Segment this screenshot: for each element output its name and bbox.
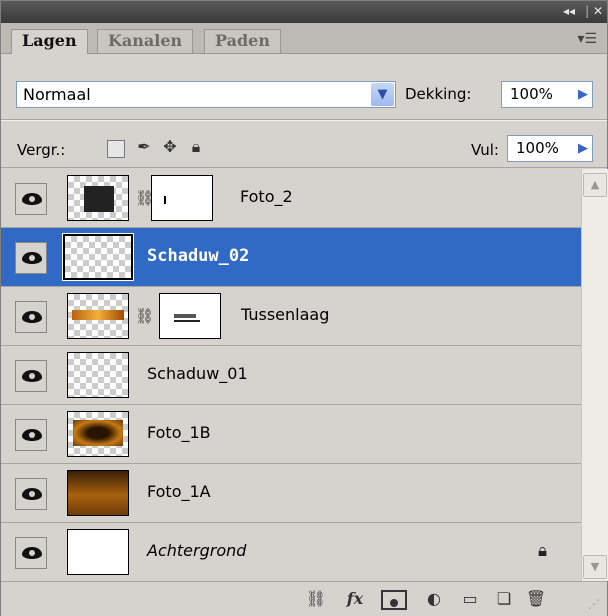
mask-mark — [164, 196, 166, 204]
scroll-down-icon[interactable]: ▼ — [583, 555, 607, 579]
layer-thumbnail — [67, 293, 129, 339]
opacity-field[interactable]: 100% ▶ — [501, 81, 593, 108]
mask-mark — [174, 320, 200, 322]
visibility-toggle[interactable] — [15, 183, 47, 215]
chevron-right-icon[interactable]: ▶ — [578, 82, 588, 107]
eye-icon — [22, 429, 42, 441]
layer-name: Schaduw_02 — [147, 246, 250, 266]
visibility-toggle[interactable] — [15, 419, 47, 451]
layers-scrollbar[interactable]: ▲ ▼ — [581, 169, 608, 581]
close-button[interactable]: ✕ — [593, 4, 603, 18]
layers-panel: ◂◂ | ✕ Lagen Kanalen Paden ▾☰ Normaal ▼ … — [0, 0, 608, 616]
opacity-label: Dekking: — [405, 85, 472, 103]
mask-mark — [174, 314, 196, 318]
eye-icon — [22, 193, 42, 205]
panel-menu-icon[interactable]: ▾☰ — [577, 31, 597, 47]
layer-thumbnail — [67, 470, 129, 516]
layer-name: Schaduw_01 — [147, 364, 248, 383]
panel-titlebar: ◂◂ | ✕ — [1, 1, 607, 23]
scroll-up-icon[interactable]: ▲ — [583, 173, 607, 197]
layer-name: Foto_1B — [147, 423, 211, 442]
layer-thumbnail — [67, 175, 129, 221]
lock-transparency-icon[interactable] — [107, 140, 125, 158]
visibility-toggle[interactable] — [15, 242, 47, 274]
layer-thumbnail — [62, 233, 134, 281]
panel-tabs: Lagen Kanalen Paden ▾☰ — [1, 23, 607, 54]
link-layers-icon[interactable]: ⛓ — [303, 589, 329, 609]
photo-content — [72, 310, 124, 320]
divider: | — [585, 4, 590, 18]
lock-all-icon[interactable]: 🔒︎ — [187, 138, 205, 156]
layer-thumbnail — [67, 352, 129, 398]
collapse-button[interactable]: ◂◂ — [563, 4, 575, 18]
layer-name: Foto_2 — [240, 187, 293, 206]
visibility-toggle[interactable] — [15, 301, 47, 333]
eye-icon — [22, 547, 42, 559]
layers-toolbar: ⛓ fx ◐ ▭ ❏ 🗑︎ ⋰ — [1, 581, 607, 616]
layer-row[interactable]: ⛓ Foto_2 — [1, 169, 581, 228]
eye-icon — [22, 370, 42, 382]
eye-icon — [22, 488, 42, 500]
fill-value: 100% — [516, 139, 559, 157]
resize-grip-icon[interactable]: ⋰ — [585, 594, 603, 614]
lock-icon: 🔒︎ — [537, 541, 547, 561]
layer-row[interactable]: Foto_1B — [1, 405, 581, 464]
tab-lagen[interactable]: Lagen — [11, 29, 88, 54]
layer-row[interactable]: ⛓ Tussenlaag — [1, 287, 581, 346]
tab-paden[interactable]: Paden — [204, 29, 281, 53]
link-chain-icon[interactable]: ⛓ — [135, 189, 154, 207]
blend-mode-select[interactable]: Normaal ▼ — [16, 81, 396, 108]
lock-image-brush-icon[interactable]: ✒ — [135, 138, 153, 156]
eye-icon — [22, 311, 42, 323]
lock-position-move-icon[interactable]: ✥ — [161, 138, 179, 156]
layer-row-selected[interactable]: Schaduw_02 — [1, 228, 581, 287]
layer-mask-thumbnail[interactable] — [151, 175, 213, 221]
photo-content — [84, 186, 114, 212]
layers-list: ⛓ Foto_2 Schaduw_02 ⛓ Tussenlaag Schaduw… — [1, 169, 581, 582]
mask-dot — [390, 599, 398, 607]
layer-row[interactable]: Achtergrond 🔒︎ — [1, 523, 581, 582]
layer-mask-thumbnail[interactable] — [159, 293, 221, 339]
fx-icon[interactable]: fx — [341, 589, 369, 609]
lock-label: Vergr.: — [17, 141, 66, 159]
visibility-toggle[interactable] — [15, 537, 47, 569]
divider — [1, 120, 607, 121]
visibility-toggle[interactable] — [15, 478, 47, 510]
add-mask-icon[interactable] — [381, 590, 407, 610]
opacity-value: 100% — [510, 85, 553, 103]
layer-row[interactable]: Schaduw_01 — [1, 346, 581, 405]
chevron-down-icon[interactable]: ▼ — [371, 83, 394, 106]
tab-kanalen[interactable]: Kanalen — [97, 29, 194, 53]
layer-name: Foto_1A — [147, 482, 211, 501]
blend-mode-value: Normaal — [23, 85, 91, 104]
fill-label: Vul: — [471, 141, 499, 159]
new-group-icon[interactable]: ▭ — [457, 589, 483, 609]
layer-row[interactable]: Foto_1A — [1, 464, 581, 523]
layer-thumbnail — [67, 411, 129, 457]
layer-thumbnail — [67, 529, 129, 575]
divider — [1, 167, 607, 168]
photo-content — [73, 420, 123, 446]
layer-name: Achtergrond — [147, 541, 247, 560]
visibility-toggle[interactable] — [15, 360, 47, 392]
new-layer-icon[interactable]: ❏ — [491, 589, 517, 609]
delete-layer-icon[interactable]: 🗑︎ — [523, 589, 549, 609]
eye-icon — [22, 252, 42, 264]
chevron-right-icon[interactable]: ▶ — [578, 136, 588, 161]
fill-field[interactable]: 100% ▶ — [507, 135, 593, 162]
layer-name: Tussenlaag — [241, 305, 330, 324]
link-chain-icon[interactable]: ⛓ — [135, 307, 154, 325]
adjustment-layer-icon[interactable]: ◐ — [421, 589, 447, 609]
